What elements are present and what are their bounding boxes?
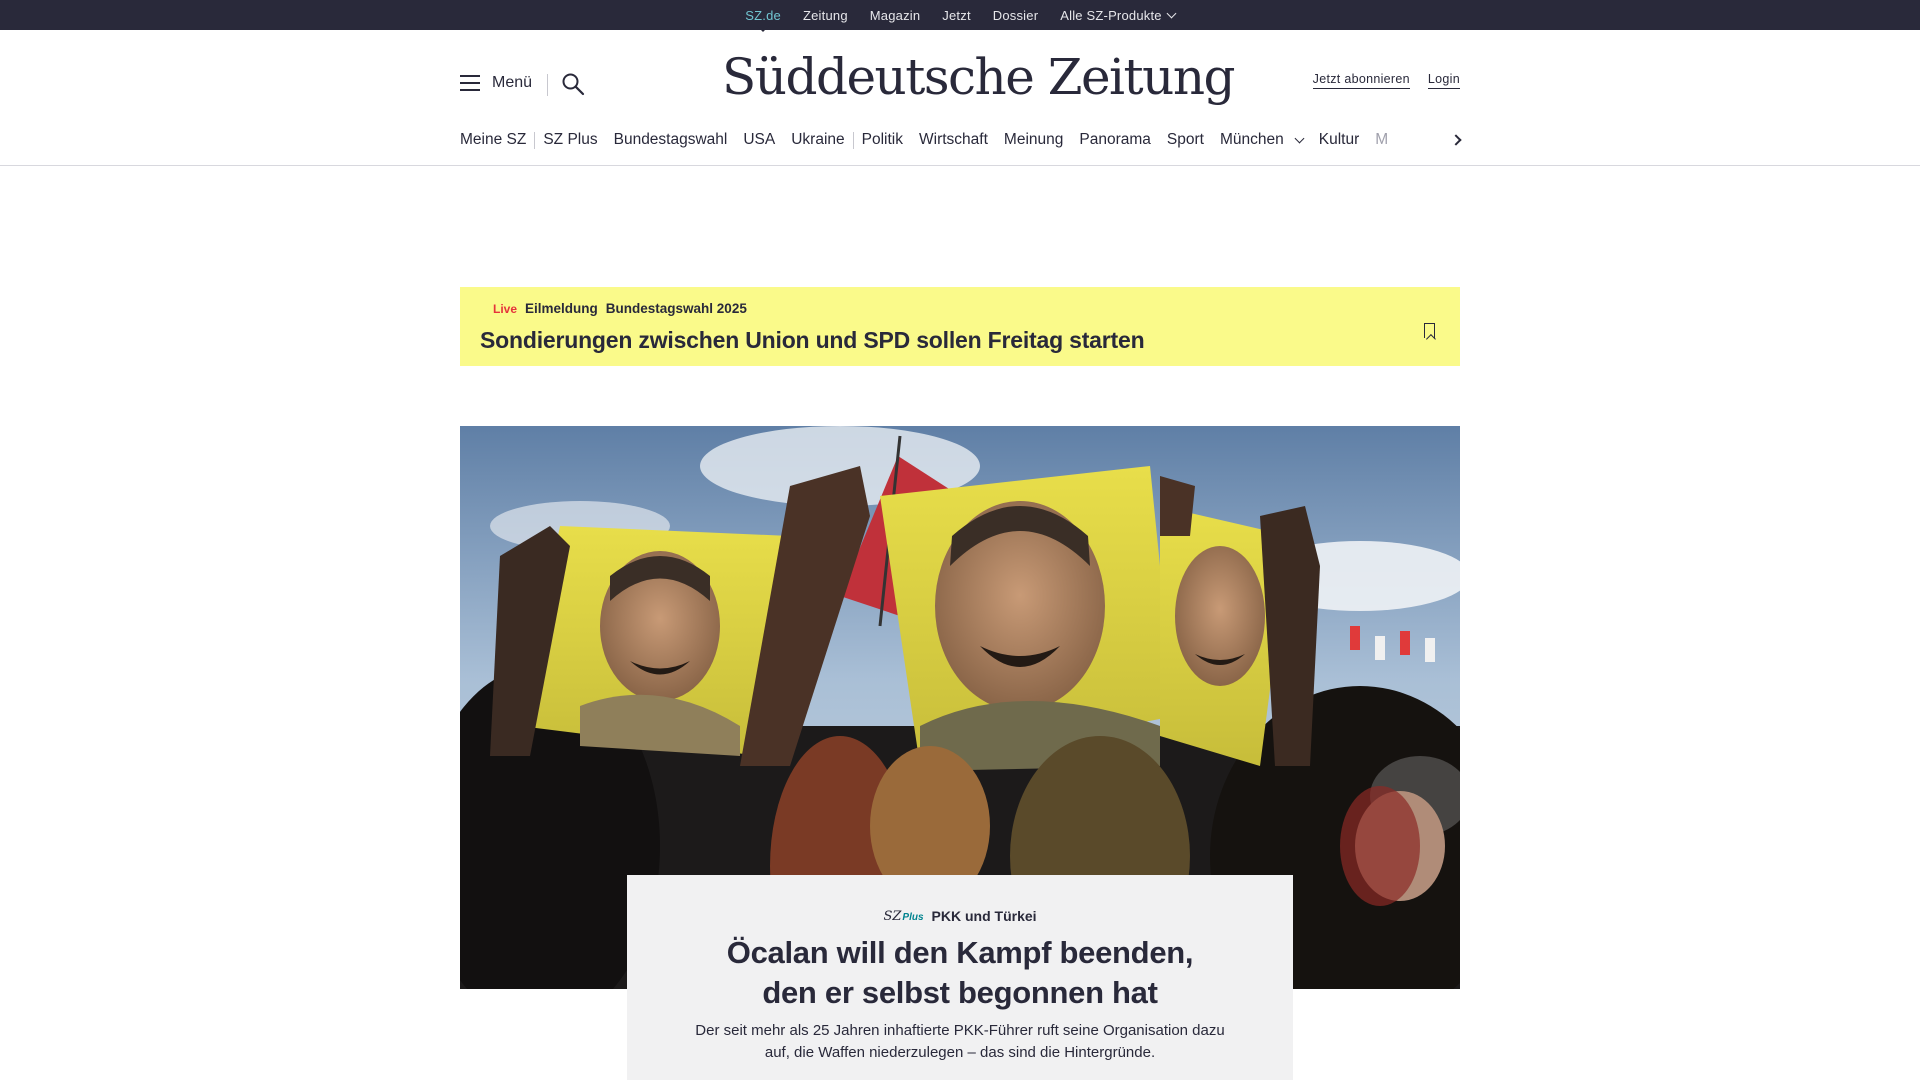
- nav-item-ukraine[interactable]: Ukraine: [783, 131, 852, 149]
- topbar-link-jetzt[interactable]: Jetzt: [942, 8, 970, 23]
- nav-item-bundestagswahl[interactable]: Bundestagswahl: [606, 131, 736, 149]
- teaser-kicker: SZ Plus PKK und Türkei: [627, 908, 1293, 924]
- topbar-link-alle-produkte[interactable]: Alle SZ-Produkte: [1060, 7, 1177, 23]
- teaser-title-line-1: Öcalan will den Kampf beenden,: [726, 935, 1194, 970]
- menu-label: Menü: [492, 74, 533, 91]
- nav-item-sport[interactable]: Sport: [1159, 131, 1212, 149]
- menu-button[interactable]: Menü: [460, 74, 532, 92]
- chevron-down-icon: [1166, 8, 1177, 18]
- site-logo[interactable]: Süddeutsche Zeitung: [722, 48, 1236, 106]
- section-nav: Meine SZ SZ Plus Bundestagswahl USA Ukra…: [460, 128, 1460, 152]
- nav-item-sz-plus[interactable]: SZ Plus: [535, 131, 605, 149]
- nav-item-usa[interactable]: USA: [735, 131, 783, 149]
- sz-plus-badge: SZ Plus: [883, 909, 923, 924]
- header-divider: [547, 74, 548, 96]
- topbar-link-zeitung[interactable]: Zeitung: [803, 8, 848, 23]
- hamburger-icon: [460, 75, 480, 91]
- nav-item-wirtschaft[interactable]: Wirtschaft: [911, 131, 996, 149]
- topbar-link-szde[interactable]: SZ.de: [745, 8, 781, 32]
- nav-item-truncated[interactable]: M: [1367, 131, 1396, 149]
- live-badge: Live: [493, 301, 518, 316]
- topbar-link-alle-produkte-label: Alle SZ-Produkte: [1060, 7, 1162, 23]
- login-link[interactable]: Login: [1427, 72, 1460, 89]
- teaser-title-line-2: den er selbst begonnen hat: [762, 975, 1158, 1010]
- sz-plus-badge-sz: SZ: [883, 908, 902, 924]
- bookmark-icon[interactable]: [1424, 323, 1435, 338]
- teaser-description: Der seit mehr als 25 Jahren inhaftierte …: [695, 1022, 1225, 1061]
- breaking-topic-label: Bundestagswahl 2025: [605, 301, 747, 316]
- teaser-kicker-text: PKK und Türkei: [931, 908, 1037, 924]
- nav-item-muenchen[interactable]: München: [1212, 131, 1311, 149]
- chevron-right-icon[interactable]: [1448, 131, 1464, 149]
- nav-item-muenchen-label: München: [1219, 131, 1284, 148]
- teaser-title[interactable]: Öcalan will den Kampf beenden, den er se…: [627, 933, 1293, 1013]
- subscribe-link[interactable]: Jetzt abonnieren: [1312, 72, 1410, 89]
- breaking-news-banner[interactable]: Live Eilmeldung Bundestagswahl 2025 Sond…: [460, 287, 1460, 366]
- nav-item-politik[interactable]: Politik: [854, 131, 911, 149]
- sz-plus-badge-plus: Plus: [902, 911, 924, 923]
- nav-item-kultur[interactable]: Kultur: [1311, 131, 1368, 149]
- topbar-link-dossier[interactable]: Dossier: [993, 8, 1038, 23]
- topbar-link-magazin[interactable]: Magazin: [870, 8, 921, 23]
- breaking-headline[interactable]: Sondierungen zwischen Union und SPD soll…: [480, 327, 1145, 354]
- account-links: Jetzt abonnieren Login: [1312, 72, 1460, 89]
- nav-item-panorama[interactable]: Panorama: [1071, 131, 1159, 149]
- site-header: Menü Süddeutsche Zeitung Jetzt abonniere…: [460, 30, 1460, 135]
- top-utility-bar: SZ.de Zeitung Magazin Jetzt Dossier Alle…: [0, 0, 1920, 32]
- breaking-type-label: Eilmeldung: [525, 301, 598, 316]
- header-bottom-rule: [0, 165, 1920, 166]
- nav-item-meine-sz[interactable]: Meine SZ: [460, 131, 534, 149]
- lead-article-teaser[interactable]: SZ Plus PKK und Türkei Öcalan will den K…: [627, 875, 1293, 1080]
- breaking-meta: Live Eilmeldung Bundestagswahl 2025: [493, 301, 747, 316]
- chevron-down-icon: [1294, 133, 1305, 143]
- nav-item-meinung[interactable]: Meinung: [996, 131, 1071, 149]
- search-icon[interactable]: [561, 72, 585, 96]
